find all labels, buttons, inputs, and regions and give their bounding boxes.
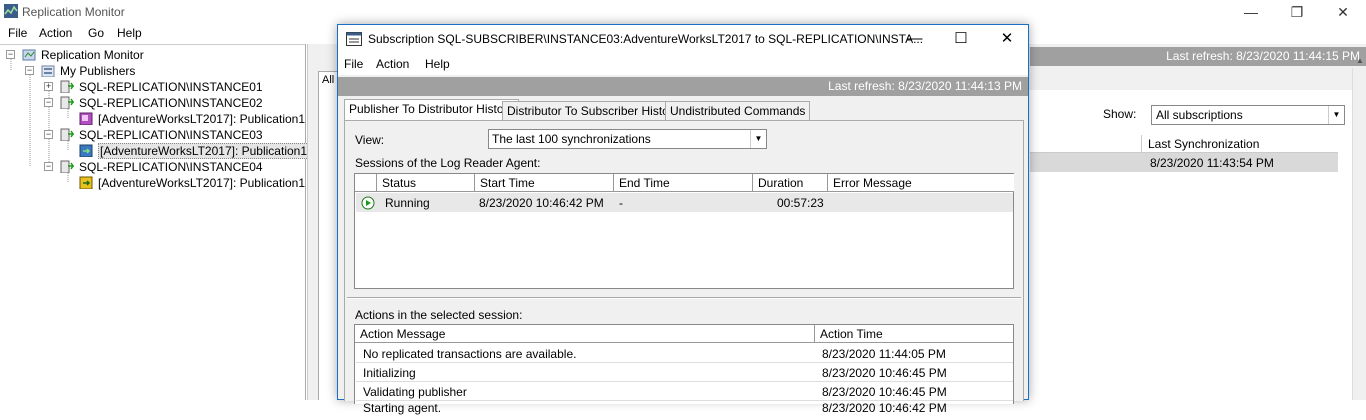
subscription-dialog: Subscription SQL-SUBSCRIBER\INSTANCE03:A… — [337, 24, 1029, 415]
subscription-window-icon — [346, 32, 362, 46]
menu-file[interactable]: File — [8, 26, 27, 40]
column-duration[interactable]: Duration — [753, 174, 828, 192]
tab-publisher-to-distributor[interactable]: Publisher To Distributor History — [344, 99, 519, 121]
tab-page: View: The last 100 synchronizations ▼ Se… — [344, 120, 1024, 415]
main-titlebar: Replication Monitor — ❐ ✕ — [0, 0, 1366, 24]
tree-node-root[interactable]: Replication Monitor — [41, 47, 144, 63]
collapse-expander[interactable]: − — [44, 98, 53, 107]
collapse-expander[interactable]: − — [44, 162, 53, 171]
server-publisher-icon — [60, 80, 74, 93]
actions-grid[interactable]: Action Message Action Time No replicated… — [354, 324, 1014, 415]
tab-distributor-to-subscriber[interactable]: Distributor To Subscriber History — [502, 101, 684, 121]
column-last-synchronization[interactable]: Last Synchronization — [1141, 135, 1265, 153]
action-time: 8/23/2020 10:46:42 PM — [822, 401, 947, 415]
chevron-down-icon[interactable]: ▼ — [750, 130, 766, 148]
last-sync-cell: 8/23/2020 11:43:54 PM — [1150, 156, 1274, 170]
running-status-icon — [361, 196, 375, 210]
menu-go[interactable]: Go — [88, 26, 104, 40]
collapse-expander[interactable]: − — [6, 50, 15, 59]
sessions-grid[interactable]: Status Start Time End Time Duration Erro… — [354, 173, 1014, 289]
vertical-scrollbar[interactable]: ▲ — [1352, 56, 1366, 400]
tree-node-instance03[interactable]: SQL-REPLICATION\INSTANCE03 — [79, 127, 263, 143]
action-row[interactable]: Validating publisher 8/23/2020 10:46:45 … — [356, 382, 1013, 401]
column-end-time[interactable]: End Time — [614, 174, 753, 192]
column-action-time[interactable]: Action Time — [815, 325, 1013, 343]
session-end-time: - — [619, 196, 623, 210]
publishers-folder-icon — [41, 65, 55, 77]
dialog-menu-action[interactable]: Action — [376, 57, 409, 71]
action-message: Validating publisher — [363, 385, 467, 399]
publication-icon — [79, 144, 93, 157]
server-publisher-icon — [60, 160, 74, 173]
dialog-menubar: File Action Help — [338, 53, 1028, 75]
view-dropdown-value: The last 100 synchronizations — [492, 132, 651, 146]
tree-node-instance04[interactable]: SQL-REPLICATION\INSTANCE04 — [79, 159, 263, 175]
dialog-last-refresh-bar: Last refresh: 8/23/2020 11:44:13 PM — [338, 77, 1028, 96]
server-publisher-icon — [60, 96, 74, 109]
action-row[interactable]: Starting agent. 8/23/2020 10:46:42 PM — [356, 401, 1013, 420]
scroll-up-icon[interactable]: ▲ — [1356, 56, 1364, 65]
menu-help[interactable]: Help — [117, 26, 142, 40]
last-refresh-bar: Last refresh: 8/23/2020 11:44:15 PM — [1030, 47, 1366, 66]
dialog-close-button[interactable]: ✕ — [984, 25, 1030, 53]
action-message: No replicated transactions are available… — [363, 347, 577, 361]
show-label: Show: — [1103, 107, 1137, 121]
dialog-titlebar: Subscription SQL-SUBSCRIBER\INSTANCE03:A… — [338, 25, 1028, 53]
view-label: View: — [355, 133, 385, 147]
server-publisher-icon — [60, 128, 74, 141]
session-status: Running — [385, 196, 430, 210]
splitter[interactable] — [347, 297, 1021, 299]
session-row[interactable]: Running 8/23/2020 10:46:42 PM - 00:57:23 — [356, 193, 1013, 212]
action-time: 8/23/2020 11:44:05 PM — [822, 347, 946, 361]
replication-monitor-icon — [4, 4, 18, 18]
close-button[interactable]: ✕ — [1320, 0, 1366, 24]
tree-node-instance01[interactable]: SQL-REPLICATION\INSTANCE01 — [79, 79, 263, 95]
action-time: 8/23/2020 10:46:45 PM — [822, 366, 947, 380]
dialog-maximize-button[interactable]: ☐ — [938, 25, 984, 53]
sessions-label: Sessions of the Log Reader Agent: — [355, 156, 541, 170]
column-status[interactable]: Status — [377, 174, 475, 192]
subscriptions-grid-header: Last Synchronization — [1030, 135, 1338, 153]
dialog-title: Subscription SQL-SUBSCRIBER\INSTANCE03:A… — [368, 32, 924, 46]
dialog-minimize-button[interactable]: — — [892, 25, 938, 53]
actions-label: Actions in the selected session: — [355, 308, 523, 322]
action-time: 8/23/2020 10:46:45 PM — [822, 385, 947, 399]
replication-monitor-tree-icon — [22, 49, 36, 61]
tab-undistributed-commands[interactable]: Undistributed Commands — [665, 101, 811, 121]
session-duration: 00:57:23 — [777, 196, 824, 210]
publication-icon — [79, 112, 93, 125]
column-error-message[interactable]: Error Message — [828, 174, 1014, 192]
chevron-down-icon[interactable]: ▼ — [1328, 106, 1344, 124]
dialog-menu-help[interactable]: Help — [425, 57, 450, 71]
publication-icon — [79, 176, 93, 189]
dialog-menu-file[interactable]: File — [344, 57, 363, 71]
expand-expander[interactable]: + — [44, 82, 53, 91]
tree-node-publication[interactable]: [AdventureWorksLT2017]: Publication1 — [98, 175, 305, 191]
collapse-expander[interactable]: − — [44, 130, 53, 139]
tree-node-publication[interactable]: [AdventureWorksLT2017]: Publication1 — [98, 111, 305, 127]
action-message: Starting agent. — [363, 401, 442, 415]
tree-node-my-publishers[interactable]: My Publishers — [60, 63, 135, 79]
column-start-time[interactable]: Start Time — [475, 174, 614, 192]
show-dropdown-value: All subscriptions — [1156, 108, 1243, 122]
view-dropdown[interactable]: The last 100 synchronizations ▼ — [488, 129, 767, 149]
tree-node-instance02[interactable]: SQL-REPLICATION\INSTANCE02 — [79, 95, 263, 111]
navigation-tree[interactable]: − Replication Monitor − My Publishers + … — [0, 44, 310, 400]
window-title: Replication Monitor — [22, 5, 125, 19]
menu-action[interactable]: Action — [39, 26, 72, 40]
session-start-time: 8/23/2020 10:46:42 PM — [479, 196, 604, 210]
collapse-expander[interactable]: − — [25, 66, 34, 75]
minimize-button[interactable]: — — [1228, 0, 1274, 24]
column-action-message[interactable]: Action Message — [355, 325, 815, 343]
restore-button[interactable]: ❐ — [1274, 0, 1320, 24]
action-row[interactable]: Initializing 8/23/2020 10:46:45 PM — [356, 363, 1013, 382]
action-row[interactable]: No replicated transactions are available… — [356, 344, 1013, 363]
action-message: Initializing — [363, 366, 416, 380]
column-icon — [355, 174, 377, 192]
tree-node-publication-selected[interactable]: [AdventureWorksLT2017]: Publication1 — [98, 143, 310, 159]
show-dropdown[interactable]: All subscriptions ▼ — [1151, 105, 1345, 125]
subscription-row[interactable]: 8/23/2020 11:43:54 PM — [1030, 153, 1338, 172]
